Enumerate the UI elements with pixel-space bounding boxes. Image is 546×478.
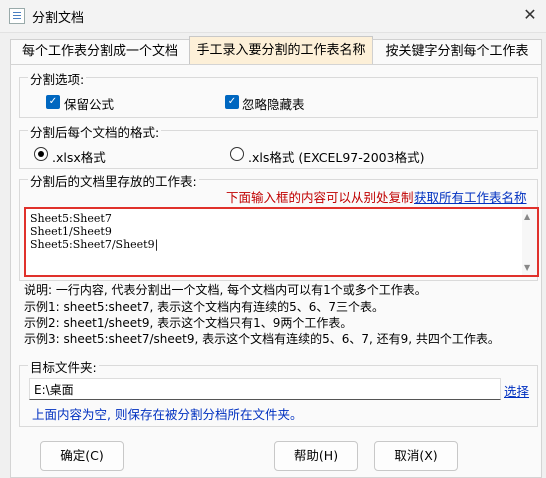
split-options-title: 分割选项: xyxy=(28,69,87,88)
keep-formula-label: 保留公式 xyxy=(64,97,115,112)
sheet-names-textarea[interactable]: Sheet5:Sheet7 Sheet1/Sheet9 Sheet5:Sheet… xyxy=(24,207,539,277)
close-icon[interactable]: ✕ xyxy=(520,5,540,24)
target-title: 目标文件夹: xyxy=(28,357,99,376)
ok-button[interactable]: 确定(C) xyxy=(40,441,124,471)
target-folder-input[interactable]: E:\桌面 xyxy=(29,378,501,400)
tab-split-by-keyword[interactable]: 按关键字分割每个工作表 xyxy=(372,39,542,64)
xls-radio[interactable] xyxy=(230,147,244,161)
sheet-names-text: Sheet5:Sheet7 Sheet1/Sheet9 Sheet5:Sheet… xyxy=(30,212,159,251)
app-icon xyxy=(9,8,25,24)
target-folder-value: E:\桌面 xyxy=(34,383,74,397)
textarea-scrollbar[interactable]: ▲ ▼ xyxy=(522,209,537,275)
help-example-3: 示例3: sheet5:sheet7/sheet9, 表示这个文档有连续的5、6… xyxy=(24,332,500,346)
xlsx-label: .xlsx格式 xyxy=(52,150,106,165)
tab-strip: 每个工作表分割成一个文档 手工录入要分割的工作表名称 按关键字分割每个工作表 xyxy=(10,36,542,65)
scroll-up-icon[interactable]: ▲ xyxy=(524,212,530,221)
window-title: 分割文档 xyxy=(32,11,85,26)
get-all-sheets-link[interactable]: 获取所有工作表名称 xyxy=(414,187,527,206)
tab-split-each-sheet[interactable]: 每个工作表分割成一个文档 xyxy=(10,39,190,64)
help-example-1: 示例1: sheet5:sheet7, 表示这个文档内有连续的5、6、7三个表。 xyxy=(24,300,384,314)
xlsx-radio[interactable] xyxy=(34,147,48,161)
scroll-down-icon[interactable]: ▼ xyxy=(524,263,530,272)
cancel-button[interactable]: 取消(X) xyxy=(374,441,458,471)
help-description: 说明: 一行内容, 代表分割出一个文档, 每个文档内可以有1个或多个工作表。 xyxy=(24,283,427,297)
xls-label: .xls格式 (EXCEL97-2003格式) xyxy=(248,150,425,165)
sheets-title: 分割后的文档里存放的工作表: xyxy=(28,171,199,190)
browse-link[interactable]: 选择 xyxy=(504,381,529,400)
ignore-hidden-checkbox[interactable]: ✓ xyxy=(225,95,239,109)
target-note: 上面内容为空, 则保存在被分割分档所在文件夹。 xyxy=(32,407,303,422)
help-example-2: 示例2: sheet1/sheet9, 表示这个文档只有1、9两个工作表。 xyxy=(24,316,353,330)
paste-hint: 下面输入框的内容可以从别处复制 xyxy=(226,190,414,205)
tab-manual-sheet-names[interactable]: 手工录入要分割的工作表名称 xyxy=(189,36,373,65)
format-title: 分割后每个文档的格式: xyxy=(28,122,162,141)
keep-formula-checkbox[interactable]: ✓ xyxy=(46,95,60,109)
ignore-hidden-label: 忽略隐藏表 xyxy=(242,97,305,112)
help-button[interactable]: 帮助(H) xyxy=(274,441,358,471)
